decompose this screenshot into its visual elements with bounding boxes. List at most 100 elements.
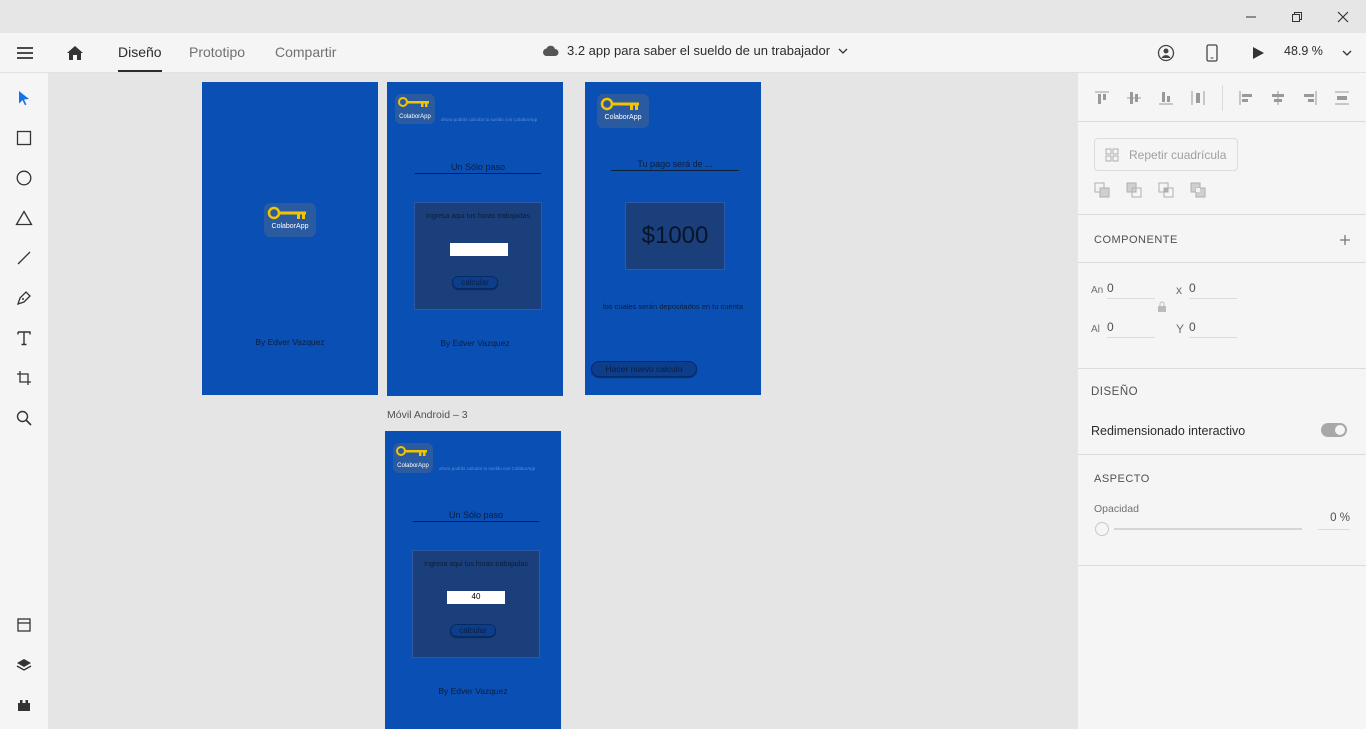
align-center-icon	[1272, 91, 1284, 105]
new-calculation-button[interactable]: Hacer nuevo calculo	[591, 361, 697, 377]
key-icon	[267, 206, 306, 220]
text-tool[interactable]	[12, 326, 36, 350]
tab-prototipo[interactable]: Prototipo	[189, 44, 245, 72]
chevron-down-icon	[838, 48, 848, 54]
divider	[1078, 454, 1366, 455]
home-button[interactable]	[64, 33, 86, 73]
align-center-button[interactable]	[1270, 90, 1286, 106]
align-top-button[interactable]	[1094, 90, 1110, 106]
input-card: Ingresa aqui tus horas trabajadas calcul…	[414, 202, 542, 310]
width-field[interactable]: 0	[1107, 281, 1155, 299]
distribute-horizontal-icon	[1191, 91, 1205, 105]
artboard-splash[interactable]: ColaborApp By Edver Vazquez	[202, 82, 378, 395]
pen-tool[interactable]	[12, 286, 36, 310]
hamburger-menu-button[interactable]	[14, 33, 36, 73]
repeat-grid-button[interactable]: Repetir cuadrícula	[1094, 138, 1238, 171]
hours-input[interactable]: 40	[447, 591, 505, 604]
input-prompt: Ingresa aqui tus horas trabajadas	[426, 213, 530, 220]
device-preview-button[interactable]	[1202, 33, 1222, 73]
artboard-android-3[interactable]: ColaborApp ahora podrás calcular tu suel…	[385, 431, 561, 729]
text-icon	[17, 331, 31, 346]
app-logo: ColaborApp	[597, 94, 649, 128]
repeat-grid-label: Repetir cuadrícula	[1129, 147, 1227, 162]
close-icon	[1337, 11, 1349, 22]
zoom-tool[interactable]	[12, 406, 36, 430]
tools-sidebar	[0, 73, 48, 729]
artboard-input[interactable]: ColaborApp ahora podrás calcular tu suel…	[387, 82, 563, 396]
close-button[interactable]	[1320, 0, 1366, 33]
tab-compartir[interactable]: Compartir	[275, 44, 336, 72]
divider	[1078, 368, 1366, 369]
union-icon	[1094, 182, 1110, 198]
divider	[1078, 262, 1366, 263]
calcular-button[interactable]: calcular	[450, 624, 496, 637]
share-user-button[interactable]	[1156, 33, 1176, 73]
document-title-dropdown[interactable]: 3.2 app para saber el sueldo de un traba…	[541, 43, 848, 58]
opacity-slider-handle[interactable]	[1095, 522, 1109, 536]
tab-diseno[interactable]: Diseño	[118, 44, 162, 72]
assets-panel-button[interactable]	[12, 613, 36, 637]
pointer-icon	[19, 91, 29, 106]
boolean-exclude-button[interactable]	[1190, 182, 1206, 198]
artboard-label[interactable]: Móvil Android – 3	[387, 409, 468, 421]
boolean-intersect-button[interactable]	[1158, 182, 1174, 198]
distribute-vertical-button[interactable]	[1334, 90, 1350, 106]
line-tool[interactable]	[12, 246, 36, 270]
rectangle-tool[interactable]	[12, 126, 36, 150]
boolean-add-button[interactable]	[1094, 182, 1110, 198]
align-left-button[interactable]	[1238, 90, 1254, 106]
boolean-subtract-button[interactable]	[1126, 182, 1142, 198]
play-preview-button[interactable]	[1248, 33, 1268, 73]
layers-icon	[16, 659, 32, 671]
align-right-icon	[1304, 91, 1317, 105]
restore-icon	[1292, 11, 1302, 22]
responsive-resize-toggle[interactable]	[1321, 423, 1347, 437]
height-label: Al	[1091, 324, 1100, 335]
plugins-panel-button[interactable]	[12, 693, 36, 717]
polygon-tool[interactable]	[12, 206, 36, 230]
artboard-result[interactable]: ColaborApp Tu pago será de ... $1000 los…	[585, 82, 761, 395]
y-label: Y	[1176, 322, 1185, 336]
app-logo: ColaborApp	[395, 94, 435, 124]
triangle-icon	[15, 210, 33, 226]
zoom-dropdown-button[interactable]	[1340, 33, 1354, 73]
height-field[interactable]: 0	[1107, 320, 1155, 338]
minimize-button[interactable]	[1228, 0, 1274, 33]
app-logo: ColaborApp	[393, 443, 433, 473]
opacity-field[interactable]: 0 %	[1318, 512, 1350, 530]
exclude-icon	[1190, 182, 1206, 198]
logo-text: ColaborApp	[399, 114, 431, 120]
y-field[interactable]: 0	[1189, 320, 1237, 338]
heading-underline	[415, 173, 541, 174]
deposit-note: los cuales serán depositados en tu cuent…	[602, 302, 744, 311]
heading-underline	[413, 521, 539, 522]
align-right-button[interactable]	[1302, 90, 1318, 106]
select-tool[interactable]	[12, 86, 36, 110]
restore-button[interactable]	[1274, 0, 1320, 33]
zoom-level[interactable]: 48.9 %	[1284, 44, 1323, 58]
lock-aspect-button[interactable]	[1154, 299, 1170, 315]
align-middle-button[interactable]	[1126, 90, 1142, 106]
hours-input[interactable]	[450, 243, 508, 256]
user-icon	[1157, 44, 1175, 62]
assets-icon	[17, 618, 31, 632]
ellipse-tool[interactable]	[12, 166, 36, 190]
x-field[interactable]: 0	[1189, 281, 1237, 299]
logo-text: ColaborApp	[271, 223, 309, 230]
distribute-horizontal-button[interactable]	[1190, 90, 1206, 106]
opacity-slider-track[interactable]	[1114, 528, 1302, 530]
author-credit: By Edver Vazquez	[440, 338, 510, 348]
design-canvas[interactable]: ColaborApp By Edver Vazquez ColaborApp a…	[48, 73, 1078, 729]
layers-panel-button[interactable]	[12, 653, 36, 677]
app-logo: ColaborApp	[264, 203, 316, 237]
cloud-icon	[543, 45, 559, 56]
artboard-tool[interactable]	[12, 366, 36, 390]
plus-icon	[1340, 235, 1350, 245]
input-prompt: Ingresa aqui tus horas trabajadas	[424, 561, 528, 568]
heading: Tu pago será de ...	[637, 159, 713, 169]
key-icon	[600, 97, 639, 111]
tagline: ahora podrás calcular tu sueldo con Cola…	[439, 466, 536, 471]
calcular-button[interactable]: calcular	[452, 276, 498, 289]
add-component-button[interactable]	[1337, 232, 1353, 248]
align-bottom-button[interactable]	[1158, 90, 1174, 106]
